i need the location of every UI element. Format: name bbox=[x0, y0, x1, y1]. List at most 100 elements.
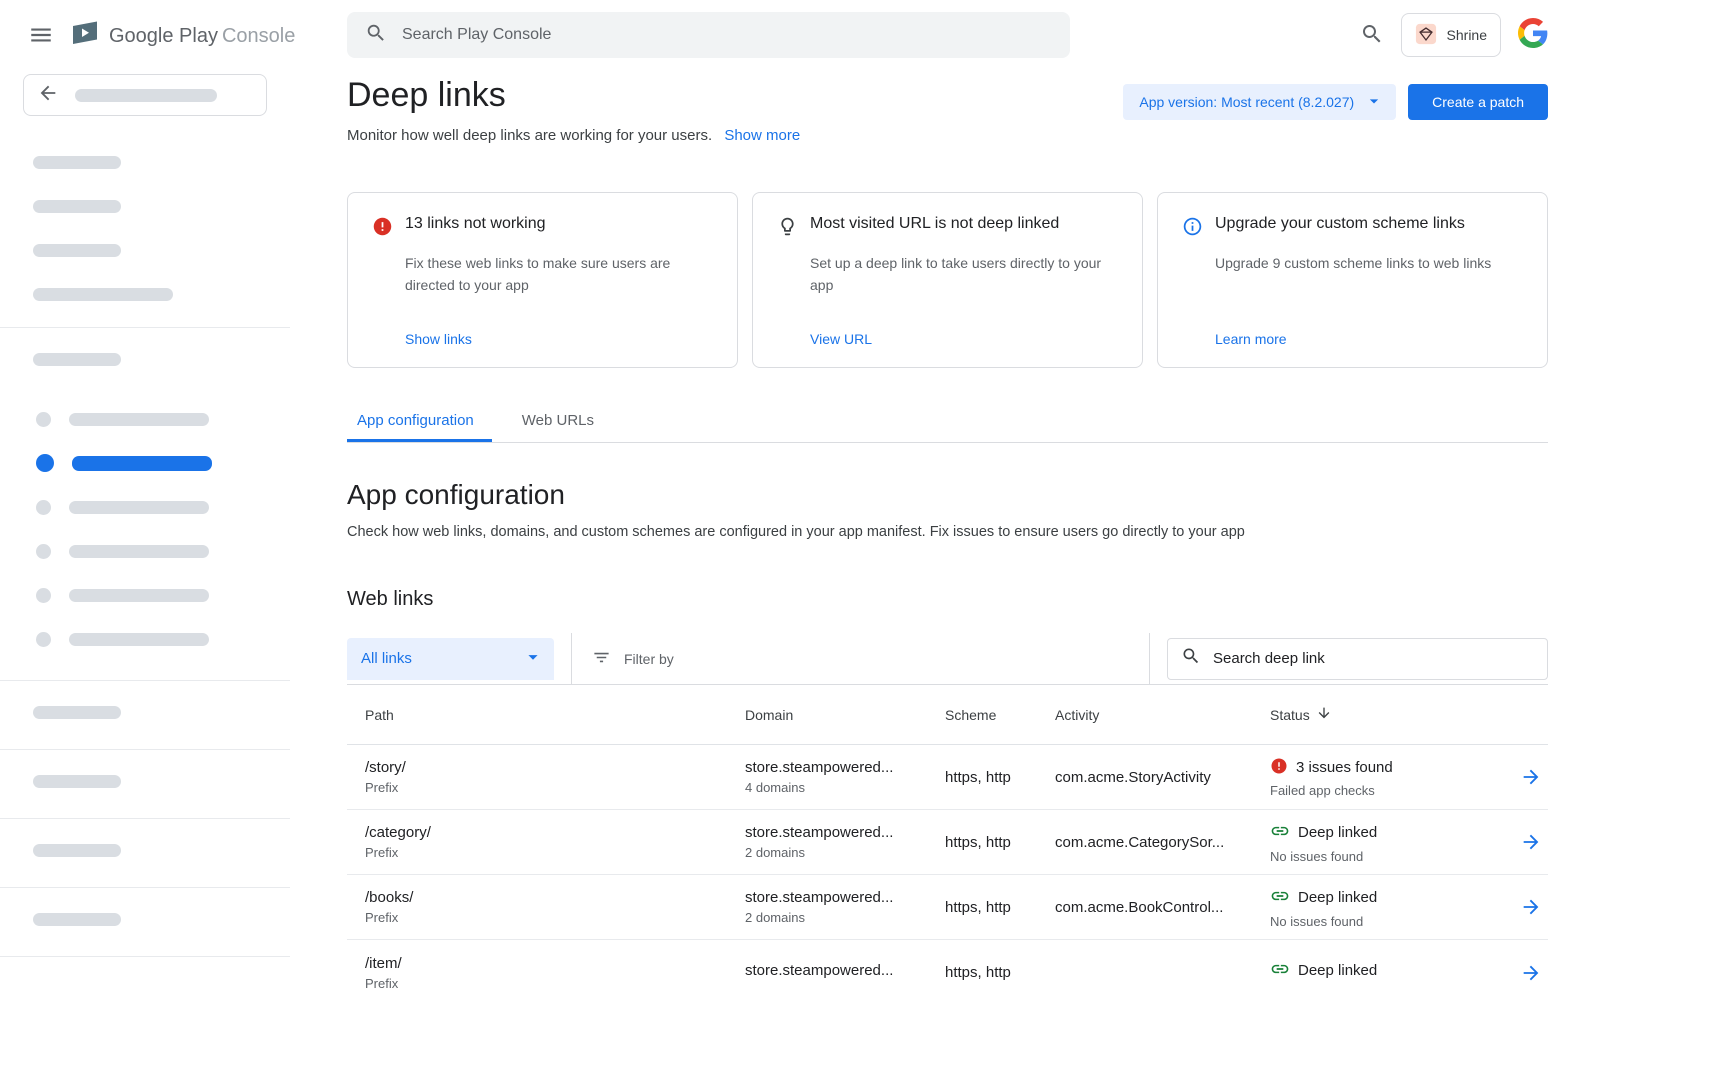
sidebar-item[interactable] bbox=[0, 630, 290, 648]
card-body: Set up a deep link to take users directl… bbox=[810, 253, 1118, 331]
sidebar-item-deep-links-active[interactable] bbox=[0, 454, 290, 472]
web-links-heading: Web links bbox=[347, 588, 1548, 611]
row-detail-arrow[interactable] bbox=[1520, 962, 1542, 984]
google-account-logo[interactable] bbox=[1518, 18, 1548, 53]
path-type: Prefix bbox=[365, 976, 745, 991]
global-search[interactable] bbox=[347, 12, 1070, 58]
sidebar-item[interactable] bbox=[0, 586, 290, 604]
link-icon bbox=[1270, 886, 1290, 910]
table-row[interactable]: /item/ Prefix store.steampowered... http… bbox=[347, 940, 1548, 1005]
tab-app-configuration[interactable]: App configuration bbox=[347, 412, 492, 442]
status-value: Deep linked bbox=[1298, 962, 1377, 979]
filter-by-button[interactable]: Filter by bbox=[592, 648, 674, 670]
error-icon bbox=[372, 215, 405, 237]
nav-item-placeholder bbox=[69, 589, 209, 602]
domain-count: 4 domains bbox=[745, 780, 945, 795]
links-filter-dropdown[interactable]: All links bbox=[347, 638, 554, 680]
filter-icon bbox=[592, 648, 611, 670]
scheme-value: https, http bbox=[945, 964, 1055, 981]
scheme-value: https, http bbox=[945, 899, 1055, 916]
deep-link-search-input[interactable] bbox=[1213, 650, 1534, 667]
sidebar-item[interactable] bbox=[0, 498, 290, 516]
play-console-logo-icon bbox=[70, 20, 100, 52]
column-header-path[interactable]: Path bbox=[365, 707, 745, 723]
section-description: Check how web links, domains, and custom… bbox=[347, 524, 1548, 540]
sidebar-section-placeholder bbox=[0, 750, 290, 818]
sidebar-section-placeholder bbox=[0, 819, 290, 887]
status-detail: No issues found bbox=[1270, 849, 1498, 864]
show-more-link[interactable]: Show more bbox=[724, 127, 800, 144]
chevron-down-icon bbox=[522, 646, 544, 672]
activity-value: com.acme.BookControl... bbox=[1055, 899, 1270, 916]
row-detail-arrow[interactable] bbox=[1520, 896, 1542, 918]
tab-bar: App configuration Web URLs bbox=[347, 412, 1548, 443]
nav-dot-icon bbox=[36, 588, 51, 603]
column-header-domain[interactable]: Domain bbox=[745, 707, 945, 723]
link-icon bbox=[1270, 959, 1290, 983]
show-links-link[interactable]: Show links bbox=[405, 331, 472, 347]
page-content: Deep links Monitor how well deep links a… bbox=[290, 70, 1728, 1005]
sidebar-header: Google PlayConsole bbox=[0, 12, 290, 60]
app-version-dropdown[interactable]: App version: Most recent (8.2.027) bbox=[1123, 84, 1396, 120]
activity-value: com.acme.StoryActivity bbox=[1055, 769, 1270, 786]
divider bbox=[1149, 633, 1150, 685]
page-header: Deep links Monitor how well deep links a… bbox=[347, 76, 1548, 144]
column-header-status[interactable]: Status bbox=[1270, 705, 1498, 724]
table-row[interactable]: /books/ Prefix store.steampowered... 2 d… bbox=[347, 875, 1548, 940]
current-app-chip[interactable]: Shrine bbox=[1401, 13, 1501, 57]
row-detail-arrow[interactable] bbox=[1520, 766, 1542, 788]
search-button[interactable] bbox=[1360, 22, 1384, 49]
table-row[interactable]: /story/ Prefix store.steampowered... 4 d… bbox=[347, 745, 1548, 810]
menu-button[interactable] bbox=[28, 22, 54, 51]
nav-dot-icon bbox=[36, 412, 51, 427]
create-patch-button[interactable]: Create a patch bbox=[1408, 84, 1548, 120]
page-title: Deep links bbox=[347, 76, 800, 115]
deep-link-search[interactable] bbox=[1167, 638, 1548, 680]
status-detail: Failed app checks bbox=[1270, 783, 1498, 798]
nav-dot-icon bbox=[36, 454, 54, 472]
view-url-link[interactable]: View URL bbox=[810, 331, 872, 347]
nav-placeholder bbox=[33, 288, 173, 301]
nav-placeholder bbox=[33, 844, 121, 857]
topbar: Shrine bbox=[290, 0, 1728, 70]
topbar-actions: Shrine bbox=[1360, 13, 1548, 57]
table-row[interactable]: /category/ Prefix store.steampowered... … bbox=[347, 810, 1548, 875]
nav-placeholder bbox=[33, 775, 121, 788]
path-value: /story/ bbox=[365, 759, 745, 776]
divider bbox=[571, 633, 572, 685]
lightbulb-icon bbox=[777, 215, 810, 237]
domain-value: store.steampowered... bbox=[745, 824, 945, 841]
app-version-label: App version: Most recent (8.2.027) bbox=[1139, 94, 1354, 110]
sidebar-section-placeholder bbox=[0, 328, 290, 396]
tab-web-urls[interactable]: Web URLs bbox=[512, 412, 612, 442]
row-detail-arrow[interactable] bbox=[1520, 831, 1542, 853]
domain-count: 2 domains bbox=[745, 845, 945, 860]
sidebar-item[interactable] bbox=[0, 410, 290, 428]
play-console-logo-text: Google PlayConsole bbox=[109, 25, 295, 48]
card-title: 13 links not working bbox=[405, 215, 713, 237]
activity-value: com.acme.CategorySor... bbox=[1055, 834, 1270, 851]
insight-card-links-not-working: 13 links not working Fix these web links… bbox=[347, 192, 738, 368]
insight-card-upgrade-schemes: Upgrade your custom scheme links Upgrade… bbox=[1157, 192, 1548, 368]
card-body: Fix these web links to make sure users a… bbox=[405, 253, 713, 331]
scheme-value: https, http bbox=[945, 769, 1055, 786]
search-icon bbox=[365, 22, 387, 49]
card-title: Upgrade your custom scheme links bbox=[1215, 215, 1523, 237]
sidebar-item[interactable] bbox=[0, 542, 290, 560]
insight-card-most-visited-url: Most visited URL is not deep linked Set … bbox=[752, 192, 1143, 368]
insight-cards: 13 links not working Fix these web links… bbox=[347, 192, 1548, 368]
nav-placeholder bbox=[33, 156, 121, 169]
learn-more-link[interactable]: Learn more bbox=[1215, 331, 1287, 347]
nav-placeholder bbox=[33, 200, 121, 213]
global-search-input[interactable] bbox=[402, 26, 1052, 44]
column-header-activity[interactable]: Activity bbox=[1055, 707, 1270, 723]
app-selector[interactable] bbox=[23, 74, 267, 116]
nav-dot-icon bbox=[36, 632, 51, 647]
nav-dot-icon bbox=[36, 544, 51, 559]
column-header-scheme[interactable]: Scheme bbox=[945, 707, 1055, 723]
error-icon bbox=[1270, 757, 1288, 779]
search-icon bbox=[1360, 22, 1384, 49]
domain-value: store.steampowered... bbox=[745, 889, 945, 906]
path-type: Prefix bbox=[365, 845, 745, 860]
sidebar-nav-items bbox=[0, 396, 290, 680]
